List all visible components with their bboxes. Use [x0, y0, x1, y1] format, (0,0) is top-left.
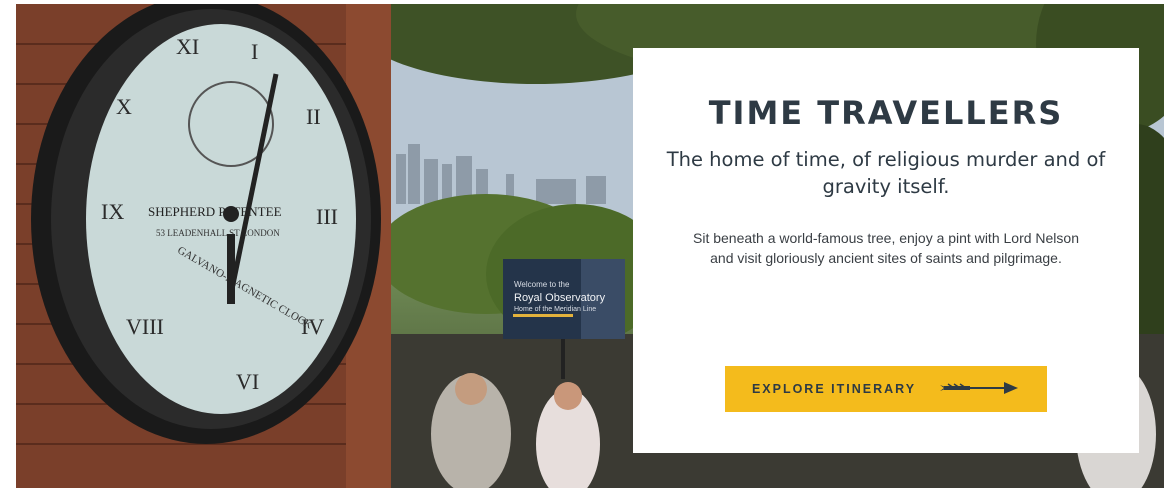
svg-text:XI: XI: [176, 34, 199, 59]
svg-text:Royal Observatory: Royal Observatory: [514, 292, 606, 304]
svg-text:VI: VI: [236, 369, 259, 394]
svg-text:I: I: [251, 39, 258, 64]
svg-text:VIII: VIII: [126, 314, 164, 339]
svg-text:IX: IX: [101, 199, 124, 224]
card-subtitle: The home of time, of religious murder an…: [666, 148, 1106, 198]
explore-itinerary-label: EXPLORE ITINERARY: [751, 382, 917, 396]
explore-itinerary-button[interactable]: EXPLORE ITINERARY: [725, 366, 1047, 412]
svg-text:SHEPHERD PATENTEE: SHEPHERD PATENTEE: [148, 204, 282, 219]
svg-text:II: II: [306, 104, 321, 129]
feature-card: TIME TRAVELLERS The home of time, of rel…: [633, 48, 1139, 453]
svg-text:Welcome to the: Welcome to the: [514, 280, 570, 289]
svg-text:III: III: [316, 204, 338, 229]
hero-banner: Welcome to the Royal Observatory Home of…: [16, 4, 1164, 488]
card-description: Sit beneath a world-famous tree, enjoy a…: [693, 230, 1079, 266]
arrow-right-icon: [938, 381, 1020, 398]
shepherd-gate-clock: XI I II III IV VI VIII IX X SHEPHERD PAT…: [31, 4, 381, 444]
svg-text:53 LEADENHALL ST LONDON: 53 LEADENHALL ST LONDON: [156, 228, 280, 238]
svg-text:Home of the Meridian Line: Home of the Meridian Line: [514, 306, 596, 313]
card-title: TIME TRAVELLERS: [708, 94, 1064, 132]
svg-text:X: X: [116, 94, 132, 119]
